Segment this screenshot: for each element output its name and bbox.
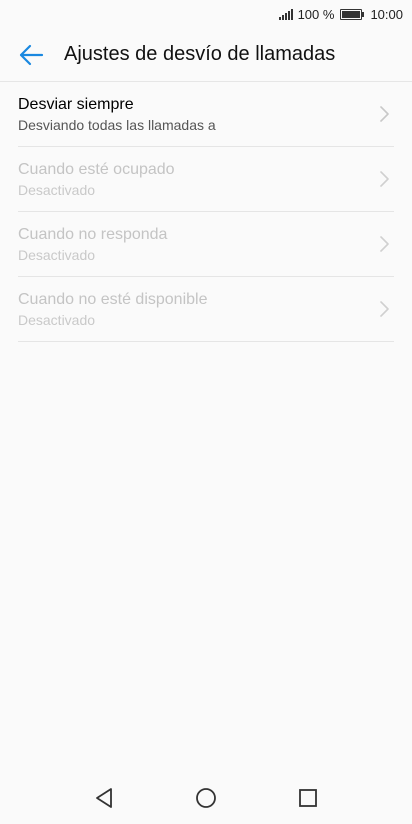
list-item-no-answer[interactable]: Cuando no responda Desactivado [18,212,394,277]
nav-home-button[interactable] [194,786,218,810]
battery-icon [340,8,365,20]
chevron-right-icon [380,301,389,317]
item-subtitle: Desviando todas las llamadas a [18,116,216,133]
nav-back-button[interactable] [92,786,116,810]
recents-square-icon [299,789,317,807]
list-item-always-forward[interactable]: Desviar siempre Desviando todas las llam… [18,82,394,147]
status-bar: 100 % 10:00 [0,0,412,28]
item-title: Cuando esté ocupado [18,160,175,178]
chevron-right-icon [380,106,389,122]
back-triangle-icon [96,788,112,808]
home-circle-icon [196,788,216,808]
back-button[interactable] [16,40,46,70]
item-subtitle: Desactivado [18,246,96,263]
item-subtitle: Desactivado [18,181,96,198]
item-title: Cuando no esté disponible [18,290,208,308]
item-title: Desviar siempre [18,95,134,113]
clock: 10:00 [370,6,403,22]
page-title: Ajustes de desvío de llamadas [64,43,336,65]
chevron-right-icon [380,236,389,252]
call-forwarding-list: Desviar siempre Desviando todas las llam… [18,82,394,342]
battery-percentage: 100 % [297,6,335,22]
list-item-when-busy[interactable]: Cuando esté ocupado Desactivado [18,147,394,212]
item-title: Cuando no responda [18,225,168,243]
item-subtitle: Desactivado [18,311,96,328]
app-header: Ajustes de desvío de llamadas [0,28,412,82]
chevron-right-icon [380,171,389,187]
navigation-bar [0,772,412,824]
signal-icon [278,8,293,20]
nav-recents-button[interactable] [296,786,320,810]
phone-screen: 100 % 10:00 Ajustes de desvío de llamada… [0,0,412,824]
list-item-unreachable[interactable]: Cuando no esté disponible Desactivado [18,277,394,342]
back-arrow-icon [19,44,44,65]
